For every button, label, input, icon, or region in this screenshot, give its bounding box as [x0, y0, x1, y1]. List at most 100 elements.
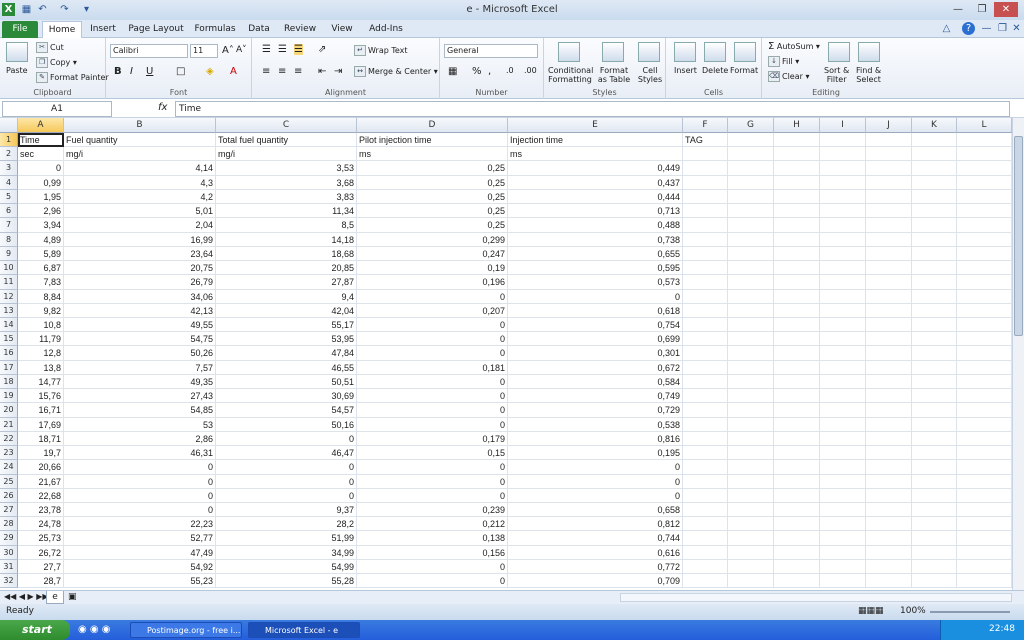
- cell[interactable]: 0,196: [357, 275, 508, 290]
- cell[interactable]: [866, 545, 912, 560]
- cell[interactable]: 8,84: [18, 289, 64, 304]
- decrease-decimal-icon[interactable]: .00: [524, 66, 537, 75]
- cell[interactable]: TAG: [683, 133, 728, 148]
- accounting-icon[interactable]: ▦: [448, 66, 457, 77]
- row-header[interactable]: 16: [0, 346, 18, 361]
- cell[interactable]: 26,79: [64, 275, 216, 290]
- cell[interactable]: [866, 559, 912, 575]
- cell[interactable]: ms: [357, 147, 508, 162]
- cell[interactable]: [683, 189, 728, 205]
- cell[interactable]: [728, 189, 774, 205]
- cell[interactable]: [728, 161, 774, 176]
- cell[interactable]: 4,2: [64, 189, 216, 205]
- insert-sheet-icon[interactable]: ▣: [68, 592, 77, 602]
- cell[interactable]: [957, 261, 1012, 276]
- cell[interactable]: 0: [357, 460, 508, 475]
- row-header[interactable]: 20: [0, 403, 18, 418]
- cell[interactable]: [912, 161, 957, 176]
- cell[interactable]: [774, 531, 820, 546]
- column-header-G[interactable]: G: [728, 118, 774, 133]
- row-header[interactable]: 9: [0, 246, 18, 262]
- row-header[interactable]: 2: [0, 147, 18, 162]
- cell[interactable]: [866, 431, 912, 447]
- cell[interactable]: 3,68: [216, 175, 357, 190]
- vertical-scrollbar[interactable]: [1012, 118, 1024, 590]
- format-as-table-button[interactable]: Format as Table: [594, 66, 634, 84]
- name-box[interactable]: A1: [2, 101, 112, 117]
- cell[interactable]: 4,3: [64, 175, 216, 190]
- cell[interactable]: [912, 218, 957, 233]
- cell[interactable]: 0,25: [357, 189, 508, 205]
- row-header[interactable]: 17: [0, 360, 18, 375]
- cell[interactable]: [683, 460, 728, 475]
- cell[interactable]: 27,43: [64, 389, 216, 404]
- column-header-L[interactable]: L: [957, 118, 1012, 133]
- cell[interactable]: [774, 559, 820, 575]
- cell[interactable]: Time: [18, 133, 64, 148]
- cell[interactable]: 0,444: [508, 189, 683, 205]
- cell[interactable]: [683, 403, 728, 418]
- cell[interactable]: 7,57: [64, 360, 216, 375]
- cell[interactable]: [866, 303, 912, 318]
- cell[interactable]: 0: [357, 389, 508, 404]
- cell[interactable]: [683, 346, 728, 361]
- cell[interactable]: [866, 275, 912, 290]
- cell[interactable]: [820, 389, 866, 404]
- cell[interactable]: 27,7: [18, 559, 64, 575]
- cell[interactable]: [912, 446, 957, 461]
- cell[interactable]: [728, 403, 774, 418]
- cell[interactable]: [866, 446, 912, 461]
- cell[interactable]: 0,584: [508, 374, 683, 390]
- cell[interactable]: [820, 360, 866, 375]
- cell[interactable]: [820, 175, 866, 190]
- cell[interactable]: [728, 474, 774, 489]
- cell[interactable]: 0,195: [508, 446, 683, 461]
- row-header[interactable]: 28: [0, 517, 18, 532]
- tab-home[interactable]: Home: [42, 21, 82, 38]
- cell[interactable]: [866, 574, 912, 589]
- cell[interactable]: 24,78: [18, 517, 64, 532]
- cell[interactable]: 0,179: [357, 431, 508, 447]
- cell[interactable]: [683, 275, 728, 290]
- cell[interactable]: 0,25: [357, 161, 508, 176]
- cell[interactable]: [957, 389, 1012, 404]
- cell[interactable]: 0: [357, 403, 508, 418]
- cell[interactable]: 27,87: [216, 275, 357, 290]
- cell[interactable]: [728, 488, 774, 503]
- cell[interactable]: [728, 502, 774, 518]
- cell[interactable]: [728, 317, 774, 333]
- cell[interactable]: 25,73: [18, 531, 64, 546]
- cell[interactable]: 0,247: [357, 246, 508, 262]
- cell[interactable]: 16,99: [64, 232, 216, 247]
- cell[interactable]: 0,658: [508, 502, 683, 518]
- cell[interactable]: [728, 332, 774, 347]
- cell[interactable]: [957, 161, 1012, 176]
- cell[interactable]: [774, 204, 820, 219]
- cell[interactable]: 53: [64, 417, 216, 432]
- cell[interactable]: [957, 446, 1012, 461]
- cell[interactable]: [912, 502, 957, 518]
- cell[interactable]: [774, 246, 820, 262]
- cell[interactable]: [774, 360, 820, 375]
- cell[interactable]: [957, 360, 1012, 375]
- cell[interactable]: [774, 303, 820, 318]
- cell[interactable]: [866, 218, 912, 233]
- cell[interactable]: 12,8: [18, 346, 64, 361]
- cell[interactable]: [957, 204, 1012, 219]
- cell[interactable]: 54,92: [64, 559, 216, 575]
- cell[interactable]: [912, 189, 957, 205]
- cell[interactable]: [728, 531, 774, 546]
- cell[interactable]: [774, 517, 820, 532]
- start-button[interactable]: start: [0, 620, 70, 640]
- cell[interactable]: [774, 332, 820, 347]
- cell[interactable]: 0: [357, 417, 508, 432]
- cell[interactable]: 0: [18, 161, 64, 176]
- cell[interactable]: 3,94: [18, 218, 64, 233]
- cell[interactable]: [728, 446, 774, 461]
- cell[interactable]: 2,04: [64, 218, 216, 233]
- cell[interactable]: 0,754: [508, 317, 683, 333]
- cell[interactable]: 0,25: [357, 218, 508, 233]
- autosum-button[interactable]: Σ AutoSum ▾: [768, 41, 820, 52]
- cell[interactable]: 3,53: [216, 161, 357, 176]
- cell[interactable]: 0,299: [357, 232, 508, 247]
